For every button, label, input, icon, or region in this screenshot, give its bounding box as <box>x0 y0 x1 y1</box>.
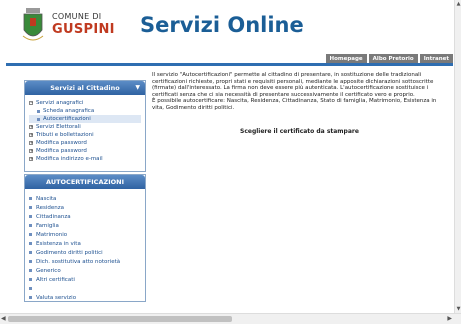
scroll-down-icon[interactable]: ▼ <box>455 306 461 312</box>
dropdown-arrow-icon[interactable]: ▼ <box>135 81 140 95</box>
bullet-icon <box>29 296 32 299</box>
expand-icon[interactable]: + <box>29 133 33 137</box>
autocert-item-diritti-politici[interactable]: Godimento diritti politici <box>29 248 141 257</box>
autocert-label: Dich. sostitutiva atto notorietà <box>36 258 121 265</box>
autocert-item-esistenza[interactable]: Esistenza in vita <box>29 239 141 248</box>
scroll-thumb[interactable] <box>8 316 232 322</box>
bullet-icon <box>37 109 40 113</box>
autocert-item-nascita[interactable]: Nascita <box>29 194 141 203</box>
autocert-label: Famiglia <box>36 222 59 229</box>
expand-icon[interactable]: + <box>29 141 33 145</box>
bullet-icon <box>29 287 32 290</box>
autocert-item-generico[interactable]: Generico <box>29 266 141 275</box>
services-panel-title: Servizi al Cittadino <box>50 84 120 92</box>
bullet-icon <box>29 197 32 200</box>
autocert-label: Esistenza in vita <box>36 240 81 247</box>
bullet-icon <box>29 269 32 272</box>
autocert-item-valuta[interactable]: Valuta servizio <box>29 293 141 302</box>
logo-small-text: COMUNE DI <box>52 12 102 21</box>
autocert-item-dich-sostitutiva[interactable]: Dich. sostitutiva atto notorietà <box>29 257 141 266</box>
autocert-label: Matrimonio <box>36 231 68 238</box>
autocert-item-famiglia[interactable]: Famiglia <box>29 221 141 230</box>
autocert-label: Residenza <box>36 204 64 211</box>
autocert-item-residenza[interactable]: Residenza <box>29 203 141 212</box>
menu-item-servizi-anagrafici[interactable]: − Servizi anagrafici <box>29 99 141 107</box>
autocert-item-cittadinanza[interactable]: Cittadinanza <box>29 212 141 221</box>
vertical-scrollbar[interactable]: ▲ ▼ <box>454 0 461 313</box>
intro-paragraph: Il servizio "Autocertificazioni" permett… <box>152 72 434 98</box>
autocert-panel-header: AUTOCERTIFICAZIONI <box>25 175 145 189</box>
expand-icon[interactable]: + <box>29 125 33 129</box>
bullet-icon <box>29 233 32 236</box>
logo-big-text: GUSPINI <box>52 22 115 37</box>
autocert-item-altri[interactable]: Altri certificati <box>29 275 141 284</box>
services-menu: − Servizi anagrafici Scheda anagrafica A… <box>25 95 145 165</box>
autocert-label: Godimento diritti politici <box>36 249 103 256</box>
menu-item-autocertificazioni[interactable]: Autocertificazioni <box>29 115 141 123</box>
menu-item-label: Modifica password <box>36 140 87 146</box>
menu-item-scheda-anagrafica[interactable]: Scheda anagrafica <box>29 107 141 115</box>
autocert-item-empty[interactable] <box>29 284 141 293</box>
autocert-label: Valuta servizio <box>36 294 77 301</box>
bullet-icon <box>29 251 32 254</box>
autocert-item-matrimonio[interactable]: Matrimonio <box>29 230 141 239</box>
menu-item-label: Modifica indirizzo e-mail <box>36 156 103 162</box>
intro-line-2: È possibile autocertificare: Nascita, Re… <box>152 98 437 111</box>
crest-icon <box>22 8 44 41</box>
menu-item-tributi[interactable]: + Tributi e bollettazioni <box>29 131 141 139</box>
autocert-panel: AUTOCERTIFICAZIONI Nascita Residenza Cit… <box>24 174 146 302</box>
autocert-label: Nascita <box>36 195 57 202</box>
services-panel: Servizi al Cittadino ▼ − Servizi anagraf… <box>24 80 146 172</box>
menu-item-label: Modifica password <box>36 148 87 154</box>
collapse-icon[interactable]: − <box>29 101 33 105</box>
autocert-list: Nascita Residenza Cittadinanza Famiglia … <box>25 189 145 306</box>
menu-item-modifica-email[interactable]: + Modifica indirizzo e-mail <box>29 155 141 163</box>
bullet-icon <box>29 260 32 263</box>
bullet-icon <box>29 224 32 227</box>
menu-item-label: Tributi e bollettazioni <box>36 132 94 138</box>
page-title: Servizi Online <box>140 13 304 37</box>
menu-item-label: Scheda anagrafica <box>43 108 95 114</box>
menu-item-label: Servizi Elettorali <box>36 124 81 130</box>
menu-item-servizi-elettorali[interactable]: + Servizi Elettorali <box>29 123 141 131</box>
scroll-up-icon[interactable]: ▲ <box>455 1 461 7</box>
main-content: Il servizio "Autocertificazioni" permett… <box>152 72 448 112</box>
header-divider <box>6 63 453 66</box>
header: COMUNE DI GUSPINI Servizi Online <box>0 0 454 62</box>
menu-item-modifica-password[interactable]: + Modifica password <box>29 139 141 147</box>
autocert-panel-title: AUTOCERTIFICAZIONI <box>45 178 125 186</box>
bullet-icon <box>29 278 32 281</box>
menu-item-label: Autocertificazioni <box>43 116 91 122</box>
scroll-left-icon[interactable]: ◀ <box>1 315 6 322</box>
scroll-right-icon[interactable]: ▶ <box>447 315 452 322</box>
bullet-icon <box>29 206 32 209</box>
expand-icon[interactable]: + <box>29 157 33 161</box>
menu-item-label: Servizi anagrafici <box>36 100 84 106</box>
autocert-label: Altri certificati <box>36 276 75 283</box>
autocert-label: Cittadinanza <box>36 213 71 220</box>
menu-item-modifica-password-2[interactable]: + Modifica password <box>29 147 141 155</box>
autocert-label: Generico <box>36 267 61 274</box>
bullet-icon <box>37 117 40 121</box>
expand-icon[interactable]: + <box>29 149 33 153</box>
horizontal-scrollbar[interactable]: ◀ ▶ <box>0 313 461 324</box>
bullet-icon <box>29 242 32 245</box>
bullet-icon <box>29 215 32 218</box>
choose-certificate-heading: Scegliere il certificato da stampare <box>240 128 359 135</box>
services-panel-header[interactable]: Servizi al Cittadino ▼ <box>25 81 145 95</box>
